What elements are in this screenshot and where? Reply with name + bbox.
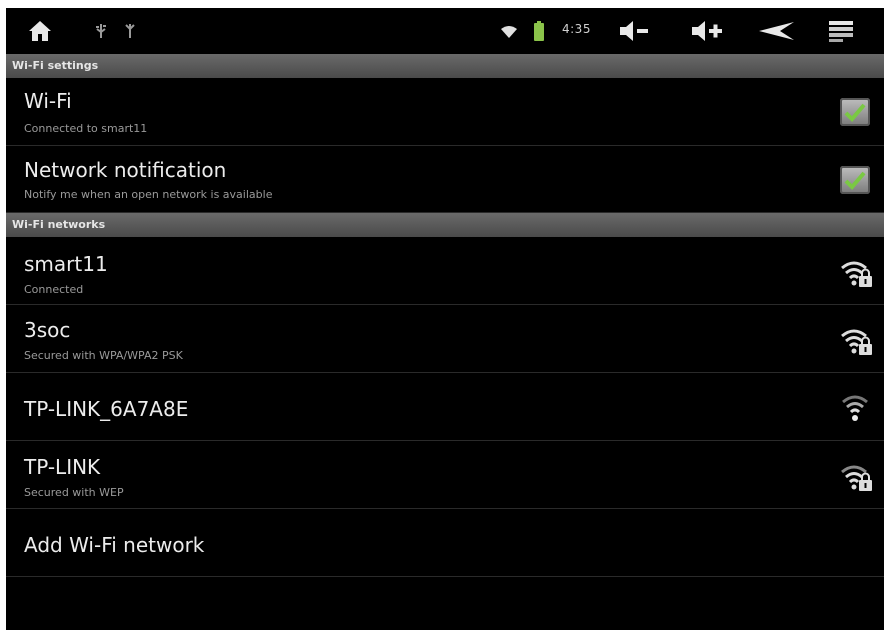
network-status: Secured with WEP [24, 486, 124, 499]
debug-icon [124, 22, 136, 44]
wifi-checkbox[interactable] [840, 98, 870, 126]
wifi-toggle-title: Wi-Fi [24, 89, 72, 113]
network-notification-subtitle: Notify me when an open network is availa… [24, 188, 273, 201]
menu-icon[interactable] [828, 20, 854, 46]
network-item-tp-link[interactable]: TP-LINK Secured with WEP [6, 441, 884, 509]
device-screen: 4:35 Wi-Fi settings Wi-Fi Connected to s… [6, 8, 884, 630]
usb-icon [94, 23, 108, 43]
network-notification-title: Network notification [24, 158, 227, 182]
network-status: Connected [24, 283, 84, 296]
network-status: Secured with WPA/WPA2 PSK [24, 349, 183, 362]
network-notification-row[interactable]: Network notification Notify me when an o… [6, 146, 884, 213]
volume-up-icon[interactable] [690, 20, 724, 46]
section-header-wifi-networks: Wi-Fi networks [6, 213, 884, 237]
status-time: 4:35 [562, 22, 591, 36]
network-ssid: TP-LINK [24, 455, 101, 479]
wifi-toggle-subtitle: Connected to smart11 [24, 122, 148, 135]
network-ssid: smart11 [24, 252, 108, 276]
back-icon[interactable] [758, 21, 796, 45]
network-notification-checkbox[interactable] [840, 166, 870, 194]
network-item-tp-link-6a7a8e[interactable]: TP-LINK_6A7A8E [6, 373, 884, 441]
wifi-open-icon [842, 393, 868, 427]
wifi-toggle-row[interactable]: Wi-Fi Connected to smart11 [6, 78, 884, 146]
network-ssid: 3soc [24, 318, 71, 342]
battery-icon [534, 21, 544, 45]
add-wifi-network-label: Add Wi-Fi network [24, 533, 205, 557]
network-item-3soc[interactable]: 3soc Secured with WPA/WPA2 PSK [6, 305, 884, 373]
wifi-lock-icon [840, 259, 874, 293]
wifi-signal-icon [500, 24, 518, 43]
check-icon [844, 103, 866, 122]
home-icon[interactable] [28, 20, 52, 46]
wifi-lock-icon [840, 327, 874, 361]
volume-down-icon[interactable] [618, 20, 650, 46]
network-ssid: TP-LINK_6A7A8E [24, 397, 189, 421]
wifi-lock-icon [840, 463, 874, 497]
network-item-smart11[interactable]: smart11 Connected [6, 237, 884, 305]
status-bar: 4:35 [6, 8, 884, 54]
add-wifi-network-item[interactable]: Add Wi-Fi network [6, 509, 884, 577]
section-header-wifi-settings: Wi-Fi settings [6, 54, 884, 78]
check-icon [844, 171, 866, 190]
